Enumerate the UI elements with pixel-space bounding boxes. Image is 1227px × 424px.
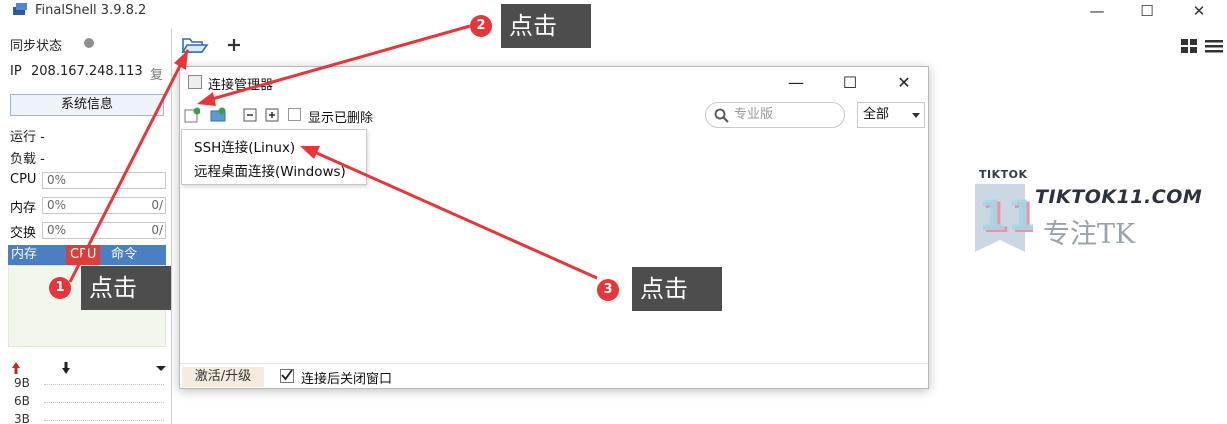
- step-1-callout: 点击: [81, 266, 171, 310]
- annotation-arrows: [68, 24, 598, 283]
- arrow-1: [68, 49, 190, 283]
- step-1-badge: 1: [49, 277, 71, 299]
- arrow-3: [300, 146, 598, 280]
- step-3-badge: 3: [597, 279, 619, 301]
- arrow-2: [197, 24, 471, 106]
- step-3-callout: 点击: [632, 267, 722, 311]
- step-2-badge: 2: [470, 15, 492, 37]
- step-2-callout: 点击: [501, 4, 591, 48]
